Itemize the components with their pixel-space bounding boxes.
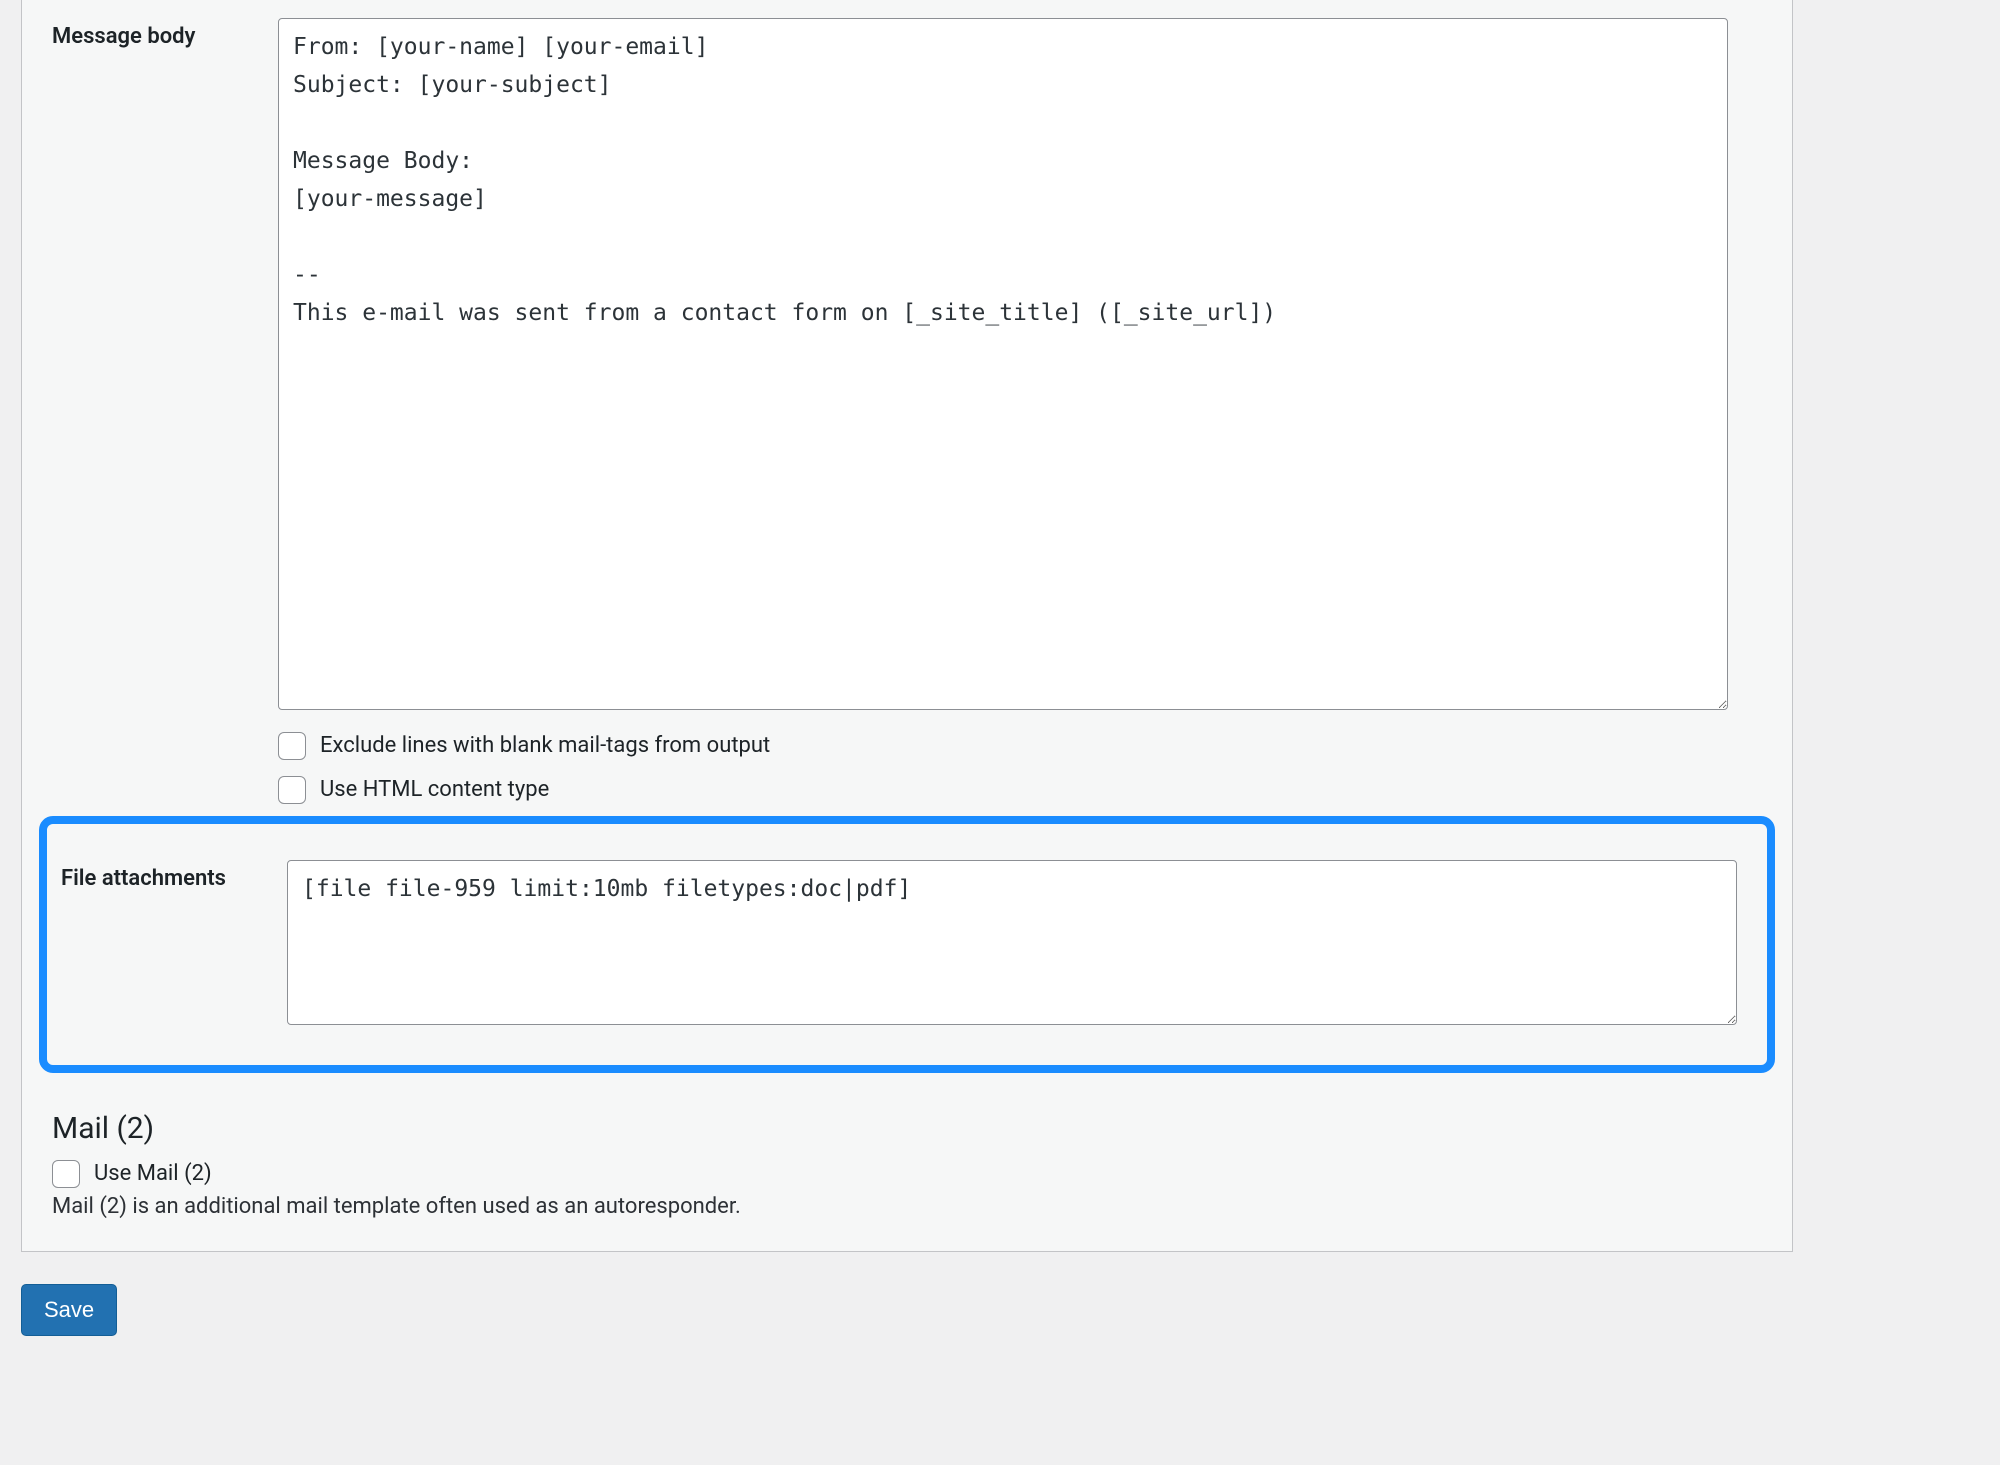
save-wrap: Save xyxy=(0,1252,2000,1336)
use-mail2-label: Use Mail (2) xyxy=(94,1161,212,1187)
mail2-block: Mail (2) Use Mail (2) Mail (2) is an add… xyxy=(22,1073,1792,1219)
exclude-blank-label: Exclude lines with blank mail-tags from … xyxy=(320,733,770,759)
file-attachments-label: File attachments xyxy=(61,842,287,894)
use-html-label: Use HTML content type xyxy=(320,777,549,803)
message-body-field-wrap: Exclude lines with blank mail-tags from … xyxy=(278,0,1762,804)
exclude-blank-line: Exclude lines with blank mail-tags from … xyxy=(278,732,1762,760)
use-html-line: Use HTML content type xyxy=(278,776,1762,804)
mail-settings-panel: Message body Exclude lines with blank ma… xyxy=(21,0,1793,1252)
message-body-row: Message body Exclude lines with blank ma… xyxy=(22,0,1792,804)
file-attachments-highlight: File attachments xyxy=(39,816,1775,1073)
file-attachments-field-wrap xyxy=(287,842,1753,1031)
exclude-blank-checkbox[interactable] xyxy=(278,732,306,760)
use-html-checkbox[interactable] xyxy=(278,776,306,804)
use-mail2-checkbox[interactable] xyxy=(52,1160,80,1188)
mail2-title: Mail (2) xyxy=(52,1111,1762,1146)
save-button[interactable]: Save xyxy=(21,1284,117,1336)
file-attachments-row: File attachments xyxy=(61,842,1753,1031)
file-attachments-textarea[interactable] xyxy=(287,860,1737,1025)
mail2-check-line: Use Mail (2) xyxy=(52,1160,1762,1188)
message-body-label: Message body xyxy=(52,0,278,52)
mail2-desc: Mail (2) is an additional mail template … xyxy=(52,1194,1762,1219)
message-body-textarea[interactable] xyxy=(278,18,1728,710)
